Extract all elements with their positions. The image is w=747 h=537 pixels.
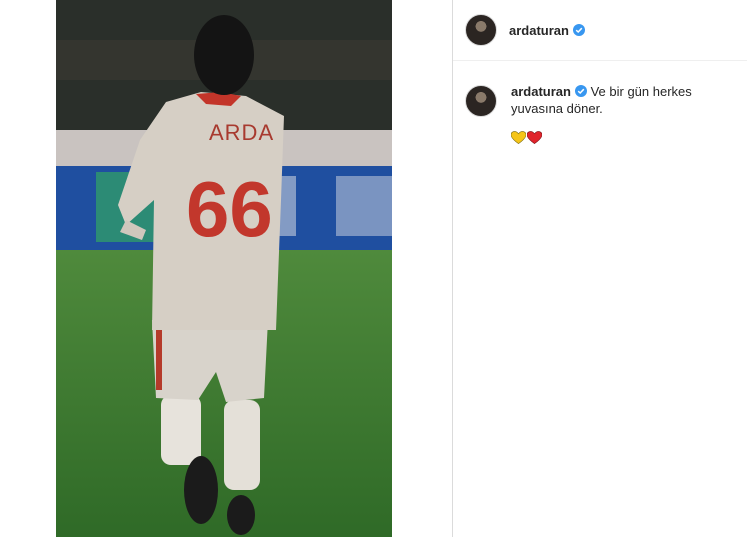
avatar[interactable] [465,85,497,117]
yellow-heart-icon [511,131,526,144]
author-username[interactable]: ardaturan [509,23,569,38]
caption-author-username[interactable]: ardaturan [511,84,571,99]
caption-comment: ardaturan Ve bir gün herkes yuvasına dön… [453,61,747,145]
avatar[interactable] [465,14,497,46]
post-side-panel: ardaturan ardaturan Ve bir gün herkes yu… [452,0,747,537]
verified-badge-icon [574,85,587,97]
football-player-photo: ARDA 66 [56,0,392,537]
verified-badge-icon [572,24,585,36]
jersey-number: 66 [186,165,273,253]
post-header: ardaturan [453,0,747,61]
red-heart-icon [527,131,542,144]
emoji-row [511,131,731,145]
post-photo: ARDA 66 [56,0,392,537]
jersey-name: ARDA [209,120,274,145]
